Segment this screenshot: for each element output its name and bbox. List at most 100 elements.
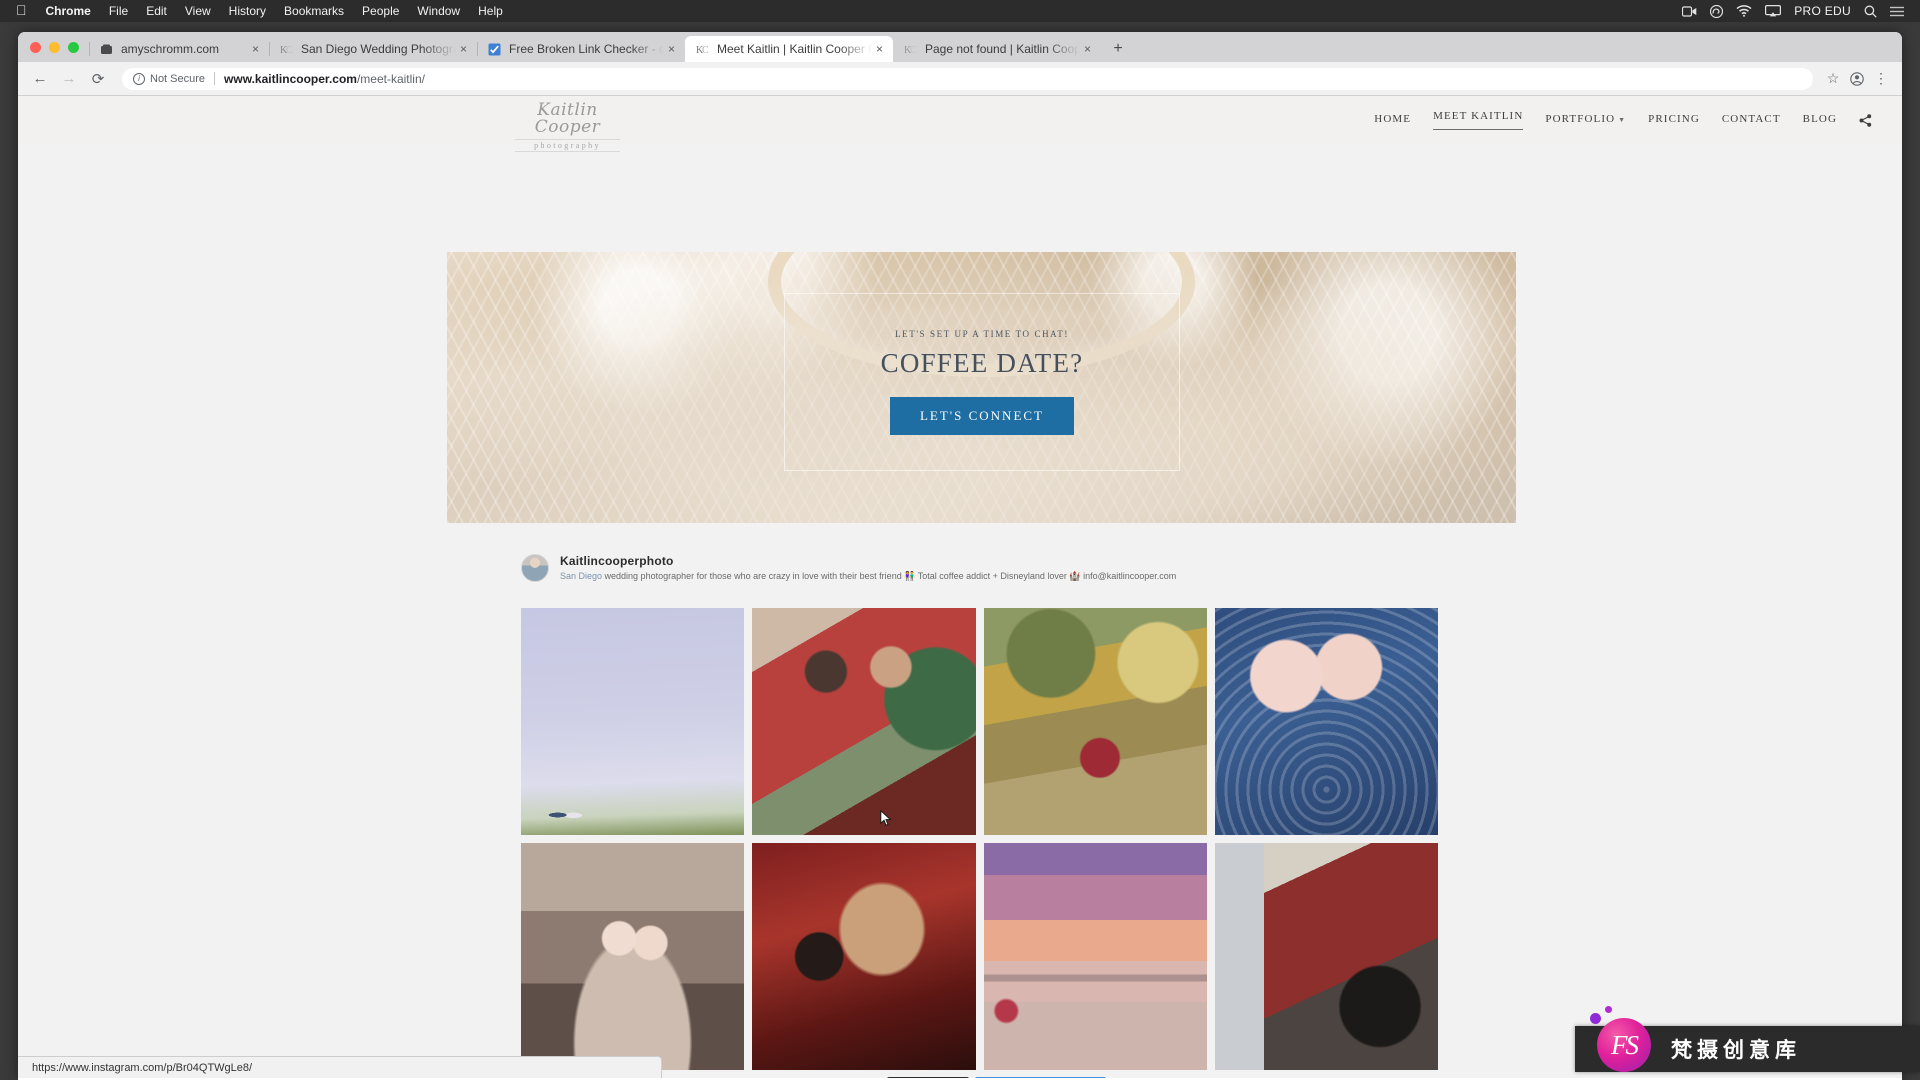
avatar — [521, 554, 549, 582]
control-center-icon[interactable] — [1890, 6, 1904, 17]
menubar-item-edit[interactable]: Edit — [137, 4, 176, 18]
watermark-dot-small — [1605, 1006, 1612, 1013]
instagram-profile-header: Kaitlincooperphoto San Diego wedding pho… — [521, 554, 1176, 582]
svg-text:C: C — [702, 45, 709, 56]
photo-grid-row — [521, 843, 1438, 1070]
hero-kicker-text: LET'S SET UP A TIME TO CHAT! — [895, 329, 1069, 339]
svg-text:C: C — [910, 45, 917, 56]
site-logo[interactable]: Kaitlin Cooper photography — [515, 102, 620, 152]
airplay-icon[interactable] — [1765, 5, 1782, 17]
tab-title: Page not found | Kaitlin Coope — [925, 42, 1080, 56]
nav-item-meet-kaitlin[interactable]: MEET KAITLIN — [1433, 110, 1524, 130]
tab-close-button[interactable]: × — [872, 42, 887, 56]
watermark-overlay: FS 梵摄创意库 — [1575, 1006, 1920, 1072]
menubar-item-help[interactable]: Help — [469, 4, 512, 18]
tab-close-button[interactable]: × — [1080, 42, 1095, 56]
window-controls — [26, 32, 89, 62]
apple-menu-icon[interactable]:  — [10, 3, 37, 19]
instagram-photo-grid — [521, 608, 1438, 1078]
site-header: Kaitlin Cooper photography HOME MEET KAI… — [18, 96, 1902, 152]
kc-logo-icon: KC — [903, 42, 918, 57]
chevron-down-icon: ▼ — [1618, 115, 1627, 124]
menubar-item-view[interactable]: View — [176, 4, 220, 18]
browser-status-bar: https://www.instagram.com/p/Br04QTWgLe8/ — [18, 1056, 662, 1078]
close-window-button[interactable] — [30, 41, 41, 53]
nav-item-portfolio[interactable]: PORTFOLIO ▼ — [1545, 113, 1626, 128]
instagram-post-7[interactable] — [983, 843, 1207, 1070]
back-button[interactable]: ← — [27, 66, 53, 92]
browser-tab-4-active[interactable]: KC Meet Kaitlin | Kaitlin Cooper Ph × — [685, 36, 893, 62]
tab-close-button[interactable]: × — [456, 42, 471, 56]
forward-button[interactable]: → — [56, 66, 82, 92]
menubar-status-label[interactable]: PRO EDU — [1794, 4, 1851, 18]
omnibox-divider — [214, 72, 216, 85]
instagram-bio: San Diego wedding photographer for those… — [560, 571, 1176, 582]
maximize-window-button[interactable] — [68, 41, 79, 53]
browser-tab-5[interactable]: KC Page not found | Kaitlin Coope × — [893, 36, 1101, 62]
chrome-window: amyschromm.com × KC San Diego Wedding Ph… — [18, 32, 1902, 1080]
tab-close-button[interactable]: × — [664, 42, 679, 56]
tab-close-button[interactable]: × — [248, 42, 263, 56]
menubar-item-history[interactable]: History — [220, 4, 275, 18]
instagram-bio-rest: wedding photographer for those who are c… — [602, 571, 1177, 581]
photo-grid-row — [521, 608, 1438, 835]
lets-connect-button[interactable]: LET'S CONNECT — [889, 397, 1075, 435]
nav-item-pricing[interactable]: PRICING — [1648, 113, 1700, 128]
instagram-post-1[interactable] — [521, 608, 745, 835]
nav-item-blog[interactable]: BLOG — [1803, 113, 1837, 128]
logo-script-text: Kaitlin Cooper — [534, 100, 601, 137]
wifi-icon[interactable] — [1736, 5, 1752, 17]
info-icon: i — [133, 72, 145, 85]
browser-tab-3[interactable]: Free Broken Link Checker - ch × — [477, 36, 685, 62]
instagram-post-3[interactable] — [983, 608, 1207, 835]
tab-title: San Diego Wedding Photogra — [301, 42, 456, 56]
bookmark-star-icon[interactable]: ☆ — [1821, 67, 1845, 91]
instagram-post-6[interactable] — [752, 843, 976, 1070]
minimize-window-button[interactable] — [49, 41, 60, 53]
menubar-item-bookmarks[interactable]: Bookmarks — [275, 4, 353, 18]
browser-tab-2[interactable]: KC San Diego Wedding Photogra × — [269, 36, 477, 62]
nav-item-portfolio-label: PORTFOLIO — [1545, 112, 1616, 125]
instagram-post-4[interactable] — [1214, 608, 1438, 835]
menubar-item-chrome[interactable]: Chrome — [37, 4, 100, 18]
mouse-cursor — [880, 809, 892, 827]
watermark-badge-fs: FS — [1597, 1018, 1651, 1072]
instagram-username[interactable]: Kaitlincooperphoto — [560, 554, 1176, 568]
address-bar[interactable]: i Not Secure www.kaitlincooper.com/meet-… — [122, 67, 1813, 90]
link-checker-icon — [487, 42, 502, 57]
search-icon[interactable] — [1864, 5, 1877, 18]
menubar-item-file[interactable]: File — [100, 4, 137, 18]
hero-cta-box: LET'S SET UP A TIME TO CHAT! COFFEE DATE… — [784, 293, 1180, 471]
menubar-item-people[interactable]: People — [353, 4, 408, 18]
kc-logo-icon: KC — [695, 42, 710, 57]
tab-strip: amyschromm.com × KC San Diego Wedding Ph… — [18, 32, 1902, 62]
nav-item-contact[interactable]: CONTACT — [1722, 113, 1781, 128]
menubar-item-window[interactable]: Window — [408, 4, 469, 18]
svg-text:C: C — [286, 45, 293, 56]
creative-cloud-icon[interactable] — [1710, 4, 1724, 18]
watermark-text: 梵摄创意库 — [1671, 1038, 1801, 1062]
site-security-indicator[interactable]: i Not Secure — [133, 72, 205, 85]
tab-title: Free Broken Link Checker - ch — [509, 42, 664, 56]
instagram-post-2[interactable] — [752, 608, 976, 835]
nav-item-home[interactable]: HOME — [1374, 113, 1411, 128]
follow-on-instagram-button[interactable]: Follow on Instagram — [975, 1077, 1107, 1078]
watermark-dot-large — [1590, 1013, 1601, 1024]
instagram-post-5[interactable] — [521, 843, 745, 1070]
share-icon[interactable] — [1859, 113, 1872, 127]
load-more-button[interactable]: Load More... — [887, 1077, 970, 1078]
generic-site-icon — [99, 42, 114, 57]
new-tab-button[interactable]: + — [1105, 36, 1131, 62]
instagram-bio-highlight: San Diego — [560, 571, 603, 581]
url-host: www.kaitlincooper.com — [224, 71, 357, 86]
web-page: Kaitlin Cooper photography HOME MEET KAI… — [18, 96, 1902, 1078]
screen-record-icon[interactable] — [1682, 5, 1697, 17]
instagram-post-8[interactable] — [1214, 843, 1438, 1070]
profile-avatar-icon[interactable] — [1845, 67, 1869, 91]
chrome-menu-button[interactable]: ⋮ — [1869, 67, 1893, 91]
browser-tab-1[interactable]: amyschromm.com × — [89, 36, 269, 62]
tab-title: Meet Kaitlin | Kaitlin Cooper Ph — [717, 42, 872, 56]
logo-subtitle: photography — [515, 139, 620, 152]
site-nav: HOME MEET KAITLIN PORTFOLIO ▼ PRICING CON… — [1374, 110, 1902, 130]
reload-button[interactable]: ⟳ — [85, 66, 111, 92]
